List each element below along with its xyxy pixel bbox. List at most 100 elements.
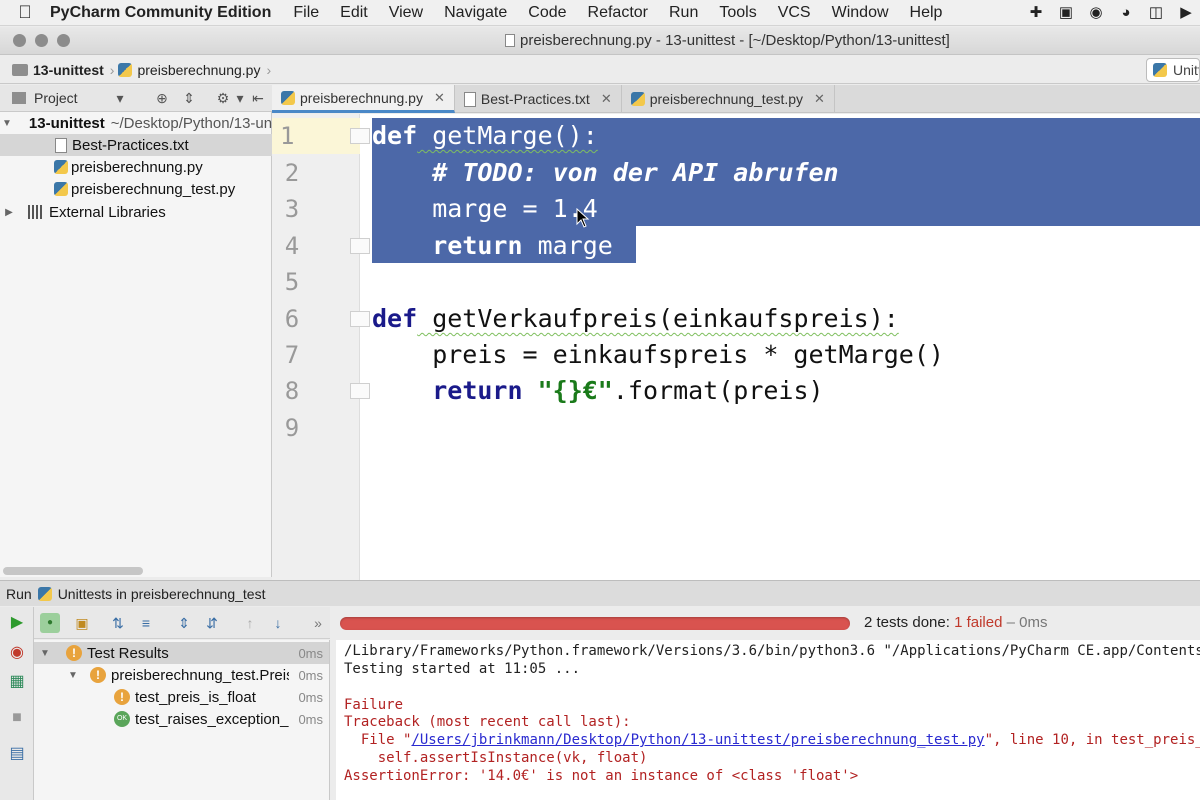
chevron-down-icon[interactable]: ▾ xyxy=(112,90,128,106)
console-line: File "/Users/jbrinkmann/Desktop/Python/1… xyxy=(344,731,1200,749)
fold-marker[interactable] xyxy=(350,311,370,327)
tree-item-file[interactable]: Best-Practices.txt xyxy=(0,134,272,156)
close-icon[interactable]: ✕ xyxy=(814,91,825,107)
menu-edit[interactable]: Edit xyxy=(340,4,368,22)
tree-item-external-libraries[interactable]: ▶ External Libraries xyxy=(0,201,272,223)
tree-item-file[interactable]: preisberechnung.py xyxy=(0,156,272,178)
line-number: 1 xyxy=(272,118,360,154)
test-results-tree: ▼ ! Test Results 0ms ▼ ! preisberechnung… xyxy=(34,640,330,800)
keyword-return: return xyxy=(432,231,523,260)
menu-run[interactable]: Run xyxy=(669,4,698,22)
close-icon[interactable]: ✕ xyxy=(434,90,445,106)
sort-duration-icon[interactable]: ≡ xyxy=(136,613,156,633)
console-line: Traceback (most recent call last): xyxy=(344,714,631,730)
expand-arrow-icon[interactable]: ▼ xyxy=(2,118,12,129)
menu-view[interactable]: View xyxy=(389,4,423,22)
window-title: preisberechnung.py - 13-unittest - [~/De… xyxy=(505,32,950,49)
video-tray-icon[interactable]: ▶ xyxy=(1176,3,1196,23)
menu-vcs[interactable]: VCS xyxy=(778,4,811,22)
tab-preisberechnung[interactable]: preisberechnung.py ✕ xyxy=(272,85,455,113)
arrow-up-icon[interactable]: ↑ xyxy=(240,613,260,633)
apple-icon[interactable]:  xyxy=(0,2,50,23)
console-line: AssertionError: '14.0€' is not an instan… xyxy=(344,768,859,784)
result-test[interactable]: OK test_raises_exception_ 0ms xyxy=(34,708,329,730)
stop-icon[interactable]: ■ xyxy=(6,707,28,729)
locate-icon[interactable]: ⊕ xyxy=(154,90,170,106)
expand-arrow-icon[interactable]: ▼ xyxy=(66,670,80,681)
chevron-down-icon[interactable]: ▾ xyxy=(232,90,248,106)
status-failed: 1 failed xyxy=(954,614,1003,631)
test-status: 2 tests done: 1 failed – 0ms xyxy=(864,614,1047,631)
keyword-def: def xyxy=(372,121,418,150)
collapse-all-icon[interactable]: ⇕ xyxy=(181,90,197,106)
tree-external-label: External Libraries xyxy=(49,203,166,221)
close-window-button[interactable] xyxy=(13,34,26,47)
clapper-tray-icon[interactable]: ▣ xyxy=(1056,3,1076,23)
show-ignored-icon[interactable]: ▣ xyxy=(72,613,92,633)
sort-alpha-icon[interactable]: ⇅ xyxy=(108,613,128,633)
run-config-selector[interactable]: Unittests xyxy=(1146,58,1200,82)
hide-panel-icon[interactable]: ⇤ xyxy=(250,90,266,106)
run-side-toolbar: ▶ ◉ ▦ ■ ▤ xyxy=(0,607,34,800)
camera-tray-icon[interactable]: ◉ xyxy=(1086,3,1106,23)
fold-marker[interactable] xyxy=(350,128,370,144)
breadcrumb-file[interactable]: preisberechnung.py xyxy=(118,62,260,78)
window-titlebar: preisberechnung.py - 13-unittest - [~/De… xyxy=(0,27,1200,55)
fold-marker[interactable] xyxy=(350,238,370,254)
tree-item-root[interactable]: ▼ 13-unittest ~/Desktop/Python/13-unitte… xyxy=(0,112,304,134)
breadcrumb-project[interactable]: 13-unittest xyxy=(12,62,104,78)
result-suite[interactable]: ▼ ! preisberechnung_test.Preis 0ms xyxy=(34,664,329,686)
code-text: preis = einkaufspreis * getMarge() xyxy=(372,340,944,369)
run-config-name[interactable]: Unittests in preisberechnung_test xyxy=(58,586,266,602)
screen-record-tray-icon[interactable]: ◫ xyxy=(1146,3,1166,23)
menu-window[interactable]: Window xyxy=(832,4,889,22)
horizontal-scrollbar[interactable] xyxy=(3,567,143,575)
menu-code[interactable]: Code xyxy=(528,4,566,22)
leaf-tray-icon[interactable]: ◕ xyxy=(1116,3,1136,23)
tab-preisberechnung-test[interactable]: preisberechnung_test.py ✕ xyxy=(622,85,835,113)
result-test[interactable]: ! test_preis_is_float 0ms xyxy=(34,686,329,708)
result-root[interactable]: ▼ ! Test Results 0ms xyxy=(34,642,329,664)
close-icon[interactable]: ✕ xyxy=(601,91,612,107)
menu-tools[interactable]: Tools xyxy=(719,4,756,22)
rerun-failed-icon[interactable]: ◉ xyxy=(6,642,28,664)
project-view-icon xyxy=(12,92,26,104)
console-output[interactable]: /Library/Frameworks/Python.framework/Ver… xyxy=(336,640,1200,800)
arrow-down-icon[interactable]: ↓ xyxy=(268,613,288,633)
plus-tray-icon[interactable]: ✚ xyxy=(1026,3,1046,23)
menu-refactor[interactable]: Refactor xyxy=(588,4,648,22)
fold-marker[interactable] xyxy=(350,383,370,399)
text-file-icon xyxy=(55,137,67,153)
tab-best-practices[interactable]: Best-Practices.txt ✕ xyxy=(455,85,622,113)
menu-file[interactable]: File xyxy=(293,4,319,22)
collapse-all-icon[interactable]: ⇵ xyxy=(202,613,222,633)
app-menu[interactable]: PyCharm Community Edition xyxy=(50,4,271,22)
expand-arrow-icon[interactable]: ▶ xyxy=(2,207,16,218)
zoom-window-button[interactable] xyxy=(57,34,70,47)
editor-tabs: preisberechnung.py ✕ Best-Practices.txt … xyxy=(272,85,1200,113)
toggle-auto-test-icon[interactable]: ▦ xyxy=(6,671,28,693)
keyword-def: def xyxy=(372,304,418,333)
traceback-file-link[interactable]: /Users/jbrinkmann/Desktop/Python/13-unit… xyxy=(411,732,984,748)
line-number: 6 xyxy=(284,305,300,333)
status-time: – 0ms xyxy=(1006,614,1048,631)
file-icon xyxy=(505,34,515,47)
text-file-icon xyxy=(463,91,476,107)
project-view-label[interactable]: Project xyxy=(34,90,78,106)
console-line: /Library/Frameworks/Python.framework/Ver… xyxy=(344,643,1200,659)
code-text: marge xyxy=(522,231,613,260)
menu-help[interactable]: Help xyxy=(910,4,943,22)
layout-icon[interactable]: ▤ xyxy=(6,743,28,765)
expand-arrow-icon[interactable]: ▼ xyxy=(38,648,52,659)
code-text: getMarge(): xyxy=(417,121,598,150)
tree-item-file[interactable]: preisberechnung_test.py xyxy=(0,178,272,200)
rerun-icon[interactable]: ▶ xyxy=(6,612,28,634)
show-passed-icon[interactable]: ● xyxy=(40,613,60,633)
minimize-window-button[interactable] xyxy=(35,34,48,47)
menu-navigate[interactable]: Navigate xyxy=(444,4,507,22)
code-text: marge = 1.4 xyxy=(372,194,598,223)
line-number: 7 xyxy=(284,341,300,369)
gear-icon[interactable]: ⚙ xyxy=(215,90,231,106)
more-icon[interactable]: » xyxy=(308,613,328,633)
expand-all-icon[interactable]: ⇕ xyxy=(174,613,194,633)
